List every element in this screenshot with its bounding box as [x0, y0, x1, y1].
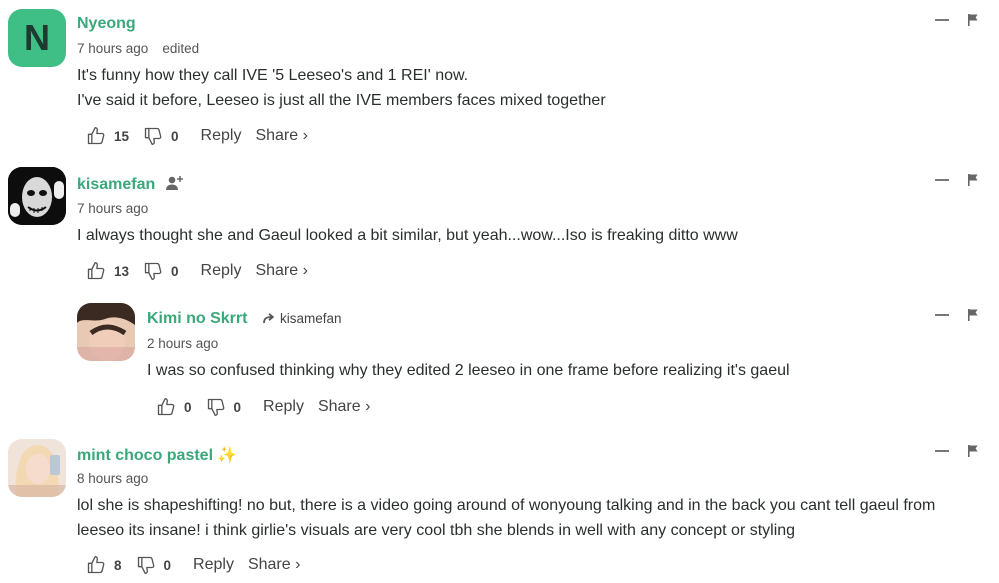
flag-icon	[967, 174, 979, 186]
edited-label: edited	[162, 41, 200, 56]
share-button[interactable]: Share ›	[248, 556, 300, 574]
comment-nyeong: N Nyeong 7 hours ago edited It's funny ho…	[0, 0, 999, 160]
thumbs-up-icon	[86, 555, 106, 575]
downvote-count: 0	[171, 263, 179, 279]
reply-to-link[interactable]: kisamefan	[263, 311, 342, 326]
author-name: mint choco pastel	[77, 447, 214, 464]
comment-body: I always thought she and Gaeul looked a …	[77, 224, 985, 249]
comment-line: I've said it before, Leeseo is just all …	[77, 91, 606, 109]
flag-button[interactable]	[967, 14, 979, 26]
comment-timestamp[interactable]: 8 hours ago	[77, 471, 148, 486]
comment-kisamefan: kisamefan 7 hours ago I always thought s…	[0, 160, 999, 295]
comment-actions: 0 0 Reply Share ›	[156, 395, 370, 419]
thumbs-up-icon	[86, 261, 106, 281]
profile-photo-icon	[8, 439, 66, 497]
comment-controls	[935, 174, 979, 186]
comment-actions: 15 0 Reply Share ›	[86, 124, 308, 148]
profile-photo-icon	[77, 303, 135, 361]
follow-user-icon[interactable]	[165, 175, 184, 191]
reply-button[interactable]: Reply	[201, 127, 242, 145]
comment-line: lol she is shapeshifting! no but, there …	[77, 497, 936, 514]
comment-mint-choco-pastel: mint choco pastel ✨ 8 hours ago lol she i…	[0, 431, 999, 583]
upvote-count: 8	[114, 557, 122, 573]
collapse-button[interactable]	[935, 450, 949, 452]
avatar[interactable]	[8, 439, 66, 497]
comment-author[interactable]: Kimi no Skrrt	[147, 310, 247, 328]
upvote-button[interactable]: 0	[156, 397, 192, 417]
comment-line: I always thought she and Gaeul looked a …	[77, 227, 738, 244]
comment-line: It's funny how they call IVE '5 Leeseo's…	[77, 67, 469, 84]
share-button[interactable]: Share ›	[255, 127, 307, 145]
avatar[interactable]	[77, 303, 135, 361]
avatar[interactable]: N	[8, 9, 66, 67]
comment-actions: 13 0 Reply Share ›	[86, 259, 308, 283]
collapse-button[interactable]	[935, 314, 949, 316]
comment-author[interactable]: mint choco pastel ✨	[77, 445, 237, 465]
downvote-button[interactable]: 0	[143, 126, 179, 146]
thumbs-down-icon	[136, 555, 156, 575]
sparkle-emoji: ✨	[217, 447, 237, 464]
flag-button[interactable]	[967, 445, 979, 457]
downvote-count: 0	[233, 399, 242, 415]
downvote-count: 0	[171, 128, 179, 144]
comment-body: I was so confused thinking why they edit…	[147, 359, 985, 384]
flag-button[interactable]	[967, 309, 979, 321]
flag-icon	[967, 309, 979, 321]
thumbs-up-icon	[86, 126, 106, 146]
downvote-button[interactable]: 0	[143, 261, 179, 281]
flag-icon	[967, 445, 979, 457]
thumbs-down-icon	[206, 397, 226, 417]
comment-timestamp[interactable]: 7 hours ago	[77, 41, 148, 56]
collapse-button[interactable]	[935, 179, 949, 181]
reply-button[interactable]: Reply	[193, 556, 234, 574]
comment-controls	[935, 14, 979, 26]
reply-arrow-icon	[263, 313, 275, 324]
comment-line: leeseo its insane! i think girlie's visu…	[77, 521, 796, 539]
comment-actions: 8 0 Reply Share ›	[86, 553, 300, 577]
thumbs-up-icon	[156, 397, 176, 417]
upvote-button[interactable]: 13	[86, 261, 129, 281]
comment-author[interactable]: kisamefan	[77, 175, 184, 194]
share-button[interactable]: Share ›	[318, 398, 370, 416]
comment-controls	[935, 445, 979, 457]
reply-button[interactable]: Reply	[263, 398, 304, 416]
comment-body: It's funny how they call IVE '5 Leeseo's…	[77, 64, 985, 113]
comment-controls	[935, 309, 979, 321]
comment-body: lol she is shapeshifting! no but, there …	[77, 494, 985, 543]
comment-author[interactable]: Nyeong	[77, 15, 136, 33]
comment-line: I was so confused thinking why they edit…	[147, 362, 790, 379]
avatar[interactable]	[8, 167, 66, 225]
flag-button[interactable]	[967, 174, 979, 186]
skull-face-icon	[8, 167, 66, 225]
upvote-button[interactable]: 8	[86, 555, 122, 575]
upvote-count: 15	[114, 128, 130, 144]
collapse-button[interactable]	[935, 19, 949, 21]
flag-icon	[967, 14, 979, 26]
reply-button[interactable]: Reply	[201, 262, 242, 280]
upvote-count: 0	[184, 399, 192, 415]
downvote-button[interactable]: 0	[206, 397, 242, 417]
comment-kimi-no-skrrt: Kimi no Skrrt kisamefan 2 hours ago I wa…	[0, 295, 999, 432]
thumbs-down-icon	[143, 126, 163, 146]
downvote-button[interactable]: 0	[136, 555, 172, 575]
upvote-count: 13	[114, 263, 130, 279]
share-button[interactable]: Share ›	[255, 262, 307, 280]
upvote-button[interactable]: 15	[86, 126, 129, 146]
thumbs-down-icon	[143, 261, 163, 281]
comment-timestamp[interactable]: 7 hours ago	[77, 201, 148, 216]
comment-timestamp[interactable]: 2 hours ago	[147, 336, 218, 351]
comment-meta: 7 hours ago edited	[77, 41, 199, 56]
downvote-count: 0	[163, 557, 172, 573]
author-name: kisamefan	[77, 176, 156, 193]
reply-to-name: kisamefan	[280, 311, 342, 326]
